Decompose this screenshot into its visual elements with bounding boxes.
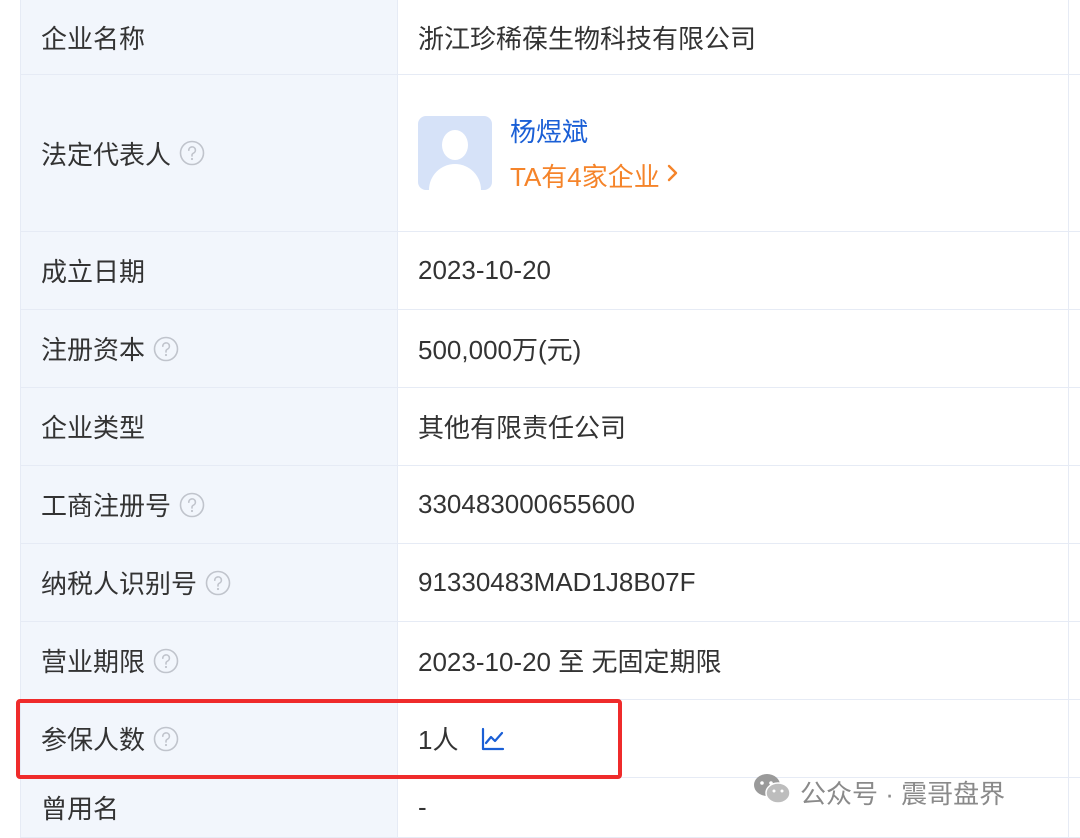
question-circle-icon[interactable] bbox=[205, 570, 231, 596]
question-circle-icon[interactable] bbox=[153, 648, 179, 674]
row-business-reg-number: 工商注册号 330483000655600 bbox=[21, 466, 1080, 544]
person-card: 杨煜斌 TA有4家企业 bbox=[418, 112, 680, 194]
row-registered-capital: 注册资本 500,000万(元) bbox=[21, 310, 1080, 388]
representative-companies-link[interactable]: TA有4家企业 bbox=[510, 157, 680, 194]
value-taxpayer-id: 91330483MAD1J8B07F bbox=[398, 544, 1080, 621]
label-business-term: 营业期限 bbox=[21, 622, 398, 699]
question-circle-icon[interactable] bbox=[153, 336, 179, 362]
highlight-box bbox=[16, 699, 622, 779]
value-company-name: 浙江珍稀葆生物科技有限公司 bbox=[398, 0, 1080, 74]
watermark: 公众号 · 震哥盘界 bbox=[752, 772, 1005, 813]
row-taxpayer-id: 纳税人识别号 91330483MAD1J8B07F bbox=[21, 544, 1080, 622]
representative-name-link[interactable]: 杨煜斌 bbox=[510, 112, 680, 149]
row-company-name: 企业名称 浙江珍稀葆生物科技有限公司 bbox=[21, 0, 1080, 75]
row-legal-representative: 法定代表人 杨煜斌 TA有4家企业 bbox=[21, 75, 1080, 232]
label-former-name: 曾用名 bbox=[21, 778, 398, 837]
avatar[interactable] bbox=[418, 116, 492, 190]
value-company-type: 其他有限责任公司 bbox=[398, 388, 1080, 465]
row-company-type: 企业类型 其他有限责任公司 bbox=[21, 388, 1080, 466]
label-founding-date: 成立日期 bbox=[21, 232, 398, 309]
label-legal-representative: 法定代表人 bbox=[21, 75, 398, 231]
row-business-term: 营业期限 2023-10-20 至 无固定期限 bbox=[21, 622, 1080, 700]
label-company-type: 企业类型 bbox=[21, 388, 398, 465]
chevron-right-icon bbox=[666, 162, 680, 190]
wechat-icon bbox=[752, 772, 792, 813]
question-circle-icon[interactable] bbox=[179, 140, 205, 166]
row-founding-date: 成立日期 2023-10-20 bbox=[21, 232, 1080, 310]
label-registered-capital: 注册资本 bbox=[21, 310, 398, 387]
label-business-reg-number: 工商注册号 bbox=[21, 466, 398, 543]
question-circle-icon[interactable] bbox=[179, 492, 205, 518]
label-taxpayer-id: 纳税人识别号 bbox=[21, 544, 398, 621]
value-founding-date: 2023-10-20 bbox=[398, 232, 1080, 309]
value-business-reg-number: 330483000655600 bbox=[398, 466, 1080, 543]
value-business-term: 2023-10-20 至 无固定期限 bbox=[398, 622, 1080, 699]
value-registered-capital: 500,000万(元) bbox=[398, 310, 1080, 387]
label-company-name: 企业名称 bbox=[21, 0, 398, 74]
value-legal-representative: 杨煜斌 TA有4家企业 bbox=[398, 75, 1080, 231]
